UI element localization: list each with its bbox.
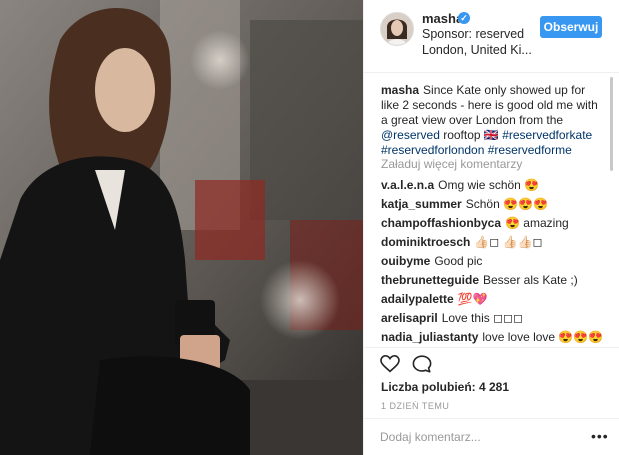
comment-username[interactable]: ouibyme [381,254,430,268]
comment-row: ouibyme Good pic [381,252,611,271]
comment-username[interactable]: katja_summer [381,197,462,211]
avatar-image [381,13,413,45]
comment-username[interactable]: nadia_juliastanty [381,330,478,344]
comment-text: Omg wie schön 😍 [438,178,540,192]
comment-row: arelisapril Love this ◻◻◻ [381,309,611,328]
caption-rest: rooftop 🇬🇧 [439,128,499,142]
add-comment-input[interactable] [380,428,580,446]
heart-icon-svg [380,354,400,373]
comment-text: Love this ◻◻◻ [441,311,523,325]
comment-row: v.a.l.e.n.a Omg wie schön 😍 [381,176,611,195]
comments-scrollbar[interactable] [610,77,613,171]
sponsor-label[interactable]: Sponsor: reserved [422,27,524,41]
verified-badge-icon: ✓ [458,12,470,24]
comment-text: 💯💖 [457,292,488,306]
post-photo[interactable] [0,0,363,455]
comment-username[interactable]: champoffashionbyca [381,216,501,230]
likes-count[interactable]: Liczba polubień: 4 281 [381,380,509,394]
caption-mention[interactable]: @reserved [381,128,440,142]
comment-bubble-icon[interactable] [412,355,432,378]
comment-username[interactable]: adailypalette [381,292,454,306]
load-more-comments-link[interactable]: Załaduj więcej komentarzy [381,157,522,171]
add-comment-bar: ••• [364,418,619,455]
location-link[interactable]: London, United Ki... [422,43,532,57]
comment-list: v.a.l.e.n.a Omg wie schön 😍 katja_summer S… [381,176,611,347]
comment-username[interactable]: arelisapril [381,311,438,325]
comment-text: 😍 amazing [505,216,569,230]
caption: masha Since Kate only showed up for like … [381,83,605,158]
post-image [0,0,363,455]
comment-text: love love love 😍😍😍 [482,330,604,344]
avatar[interactable] [380,12,414,46]
comment-username[interactable]: dominiktroesch [381,235,470,249]
comments-section: masha Since Kate only showed up for like … [364,73,619,347]
comment-row: katja_summer Schön 😍😍😍 [381,195,611,214]
comment-username[interactable]: thebrunetteguide [381,273,479,287]
follow-button[interactable]: Obserwuj [540,16,602,38]
comment-bubble-icon-svg [412,355,432,373]
username-link[interactable]: masha [422,11,463,26]
more-options-icon[interactable]: ••• [591,428,609,444]
comment-row: adailypalette 💯💖 [381,290,611,309]
post-details-panel: masha ✓ Sponsor: reserved London, United… [363,0,619,455]
comment-row: nadia_juliastanty love love love 😍😍😍 [381,328,611,347]
comment-text: 👍🏻◻ 👍🏻👍🏻◻ [474,235,543,249]
comment-text: Schön 😍😍😍 [465,197,548,211]
action-bar [364,347,619,377]
caption-username[interactable]: masha [381,83,419,97]
post-header: masha ✓ Sponsor: reserved London, United… [364,0,619,73]
comment-row: thebrunetteguide Besser als Kate ;) [381,271,611,290]
comment-text: Besser als Kate ;) [483,273,578,287]
post-timestamp: 1 DZIEŃ TEMU [381,401,450,411]
comment-username[interactable]: v.a.l.e.n.a [381,178,434,192]
comment-text: Good pic [434,254,483,268]
heart-icon[interactable] [380,354,400,378]
comment-row: champoffashionbyca 😍 amazing [381,214,611,233]
comment-row: dominiktroesch 👍🏻◻ 👍🏻👍🏻◻ [381,233,611,252]
